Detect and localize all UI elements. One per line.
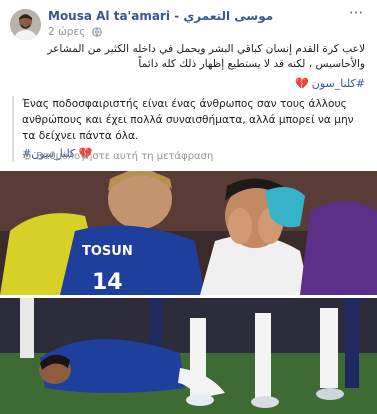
translation-text: Ένας ποδοσφαιριστής είναι ένας άνθρωπος … <box>22 98 354 142</box>
gear-icon <box>22 151 32 164</box>
post-photo-top[interactable]: TOSUN 14 <box>0 171 377 295</box>
jersey-number-text: 14 <box>92 270 123 295</box>
rate-translation-link[interactable]: Βαθμολογήστε αυτή τη μετάφραση <box>22 151 213 164</box>
post-timestamp[interactable]: 2 ώρες <box>48 26 85 38</box>
facebook-post: Mousa Al ta'amari - موسى التعمري 2 ώρες … <box>0 0 377 414</box>
post-text: لاعب كرة القدم إنسان كباقي البشر ويحمل ف… <box>47 43 365 70</box>
more-options-icon[interactable]: ··· <box>347 6 365 22</box>
jersey-name-text: TOSUN <box>82 244 133 259</box>
post-hashtag-line: #كلنا_سون💔 <box>295 77 365 90</box>
rate-translation-label: Βαθμολογήστε αυτή τη μετάφραση <box>36 151 214 162</box>
post-meta: 2 ώρες <box>48 26 102 40</box>
author-name[interactable]: Mousa Al ta'amari - موسى التعمري <box>48 9 273 23</box>
globe-icon[interactable] <box>91 27 102 40</box>
author-avatar[interactable] <box>10 9 41 40</box>
broken-heart-icon: 💔 <box>295 77 309 90</box>
hashtag-link[interactable]: #كلنا_سون <box>312 77 365 90</box>
post-photo-bottom[interactable] <box>0 298 377 414</box>
